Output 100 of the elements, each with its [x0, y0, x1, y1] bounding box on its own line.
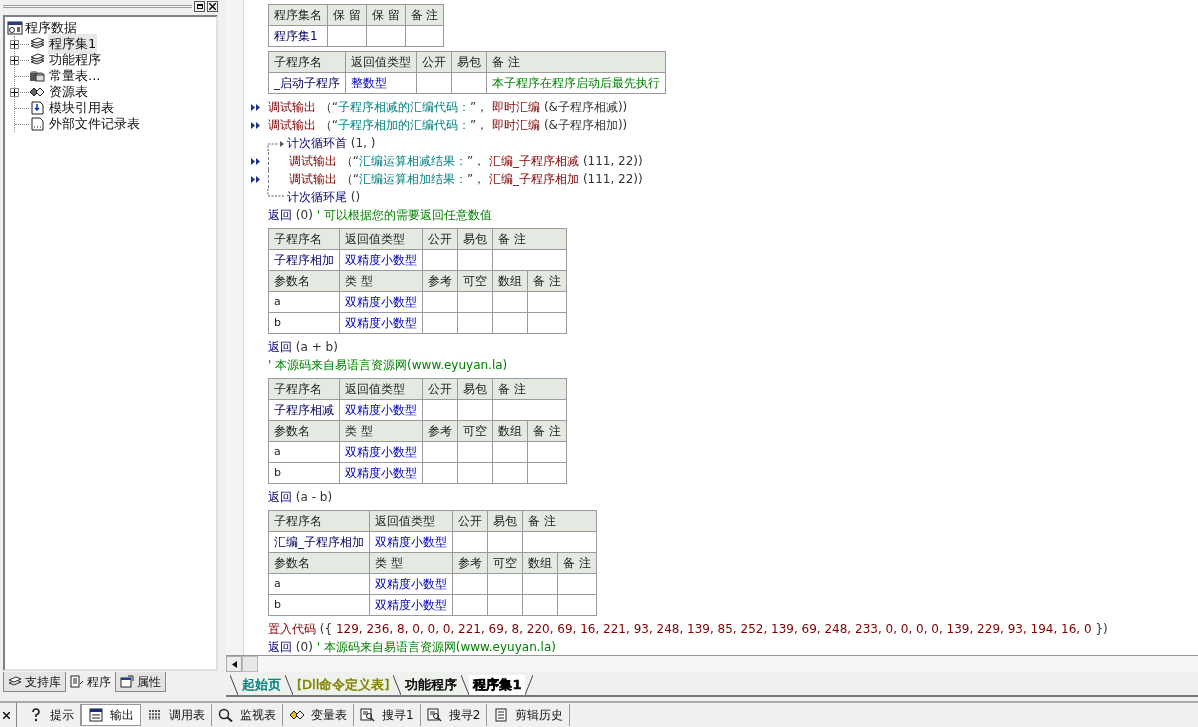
find-icon [426, 708, 443, 722]
code-line: 调试输出 （“汇编运算相加结果：”， 汇编_子程序相加 (111, 22)) [244, 170, 643, 188]
code-line: 返回 (0) ' 可以根据您的需要返回任意数值 [267, 207, 492, 224]
window-icon [88, 708, 104, 722]
column-header: 备 注 [405, 5, 445, 26]
column-header: 子程序名 [269, 52, 346, 73]
column-header: 参考 [423, 421, 458, 442]
close-button[interactable] [207, 1, 218, 12]
search-icon [218, 708, 234, 722]
table-cell: a [269, 292, 340, 313]
table-cell: 子程序相减 [269, 400, 340, 421]
toolbar-tab[interactable]: 剪辑历史 [487, 704, 571, 726]
column-header: 参考 [453, 553, 488, 574]
code-line: 返回 (a - b) [267, 489, 333, 506]
column-header: 可空 [458, 421, 493, 442]
column-header: 数组 [523, 553, 558, 574]
properties-icon [120, 675, 134, 688]
column-header: 参数名 [269, 553, 370, 574]
column-header: 备 注 [493, 229, 567, 250]
column-header: 公开 [453, 511, 488, 532]
column-header: 参数名 [269, 271, 340, 292]
column-header: 参数名 [269, 421, 340, 442]
editor-tab[interactable]: 功能程序 [401, 675, 462, 695]
page-icon [493, 708, 510, 722]
toolbar-tab[interactable]: 调用表 [141, 704, 212, 726]
column-header: 返回值类型 [370, 511, 453, 532]
table-cell: 双精度小数型 [370, 595, 453, 616]
editor-tab[interactable]: [Dll命令定义表] [293, 675, 394, 695]
table-cell: 双精度小数型 [340, 313, 423, 334]
tab-divider [285, 675, 293, 695]
column-header: 返回值类型 [340, 379, 423, 400]
toolbar-tab[interactable]: 搜寻1 [354, 704, 421, 726]
code-line: 调试输出 （“子程序相加的汇编代码：”， 即时汇编 (&子程序相加)) [244, 116, 628, 134]
code-line: 置入代码 ({ 129, 236, 8, 0, 0, 0, 221, 69, 8, 220, 69, 16, 221, 93, 248, 139, 85, 252, 139, 69, 248, 233, 0, 0, 0, 0, 139, 229, 93, 194, 16, 0 }) [267, 621, 1108, 638]
tab-divider [393, 675, 402, 695]
panel-tab[interactable]: 属性 [115, 672, 166, 692]
column-header: 备 注 [528, 421, 567, 442]
stack-icon [8, 675, 22, 688]
column-header: 备 注 [523, 511, 597, 532]
tree-item[interactable]: 程序集1 [48, 34, 98, 54]
tab-divider [230, 675, 238, 695]
table-cell: 程序集1 [269, 26, 328, 47]
table-cell: 双精度小数型 [340, 400, 423, 421]
column-header: 易包 [488, 511, 523, 532]
table-cell: 整数型 [346, 73, 417, 94]
table-cell: 双精度小数型 [340, 250, 423, 271]
panel-tab[interactable]: 支持库 [3, 672, 66, 692]
scroll-left-button[interactable] [226, 656, 242, 672]
horizontal-scrollbar[interactable] [226, 655, 1198, 672]
column-header: 备 注 [493, 379, 567, 400]
column-header: 备 注 [558, 553, 597, 574]
toolbar-tab[interactable]: 变量表 [283, 704, 354, 726]
document-arrow-icon [29, 101, 45, 115]
table-cell: b [269, 313, 340, 334]
column-header: 公开 [423, 379, 458, 400]
column-header: 备 注 [528, 271, 567, 292]
scroll-thumb[interactable] [242, 656, 258, 672]
table-cell: 双精度小数型 [340, 292, 423, 313]
table-cell: 双精度小数型 [340, 442, 423, 463]
toolbar-tab[interactable]: 监视表 [212, 704, 283, 726]
editor-tab[interactable]: 起始页 [238, 675, 285, 695]
table-cell: 汇编_子程序相加 [269, 532, 370, 553]
column-header: 保 留 [328, 5, 367, 26]
table-cell: 本子程序在程序启动后最先执行 [487, 73, 666, 94]
editor-tab[interactable]: 程序集1 [469, 675, 526, 695]
toolbar-tab[interactable]: 搜寻2 [420, 704, 488, 726]
column-header: 类 型 [370, 553, 453, 574]
loop-end-icon [267, 189, 287, 199]
code-line: 调试输出 （“子程序相减的汇编代码：”， 即时汇编 (&子程序相减)) [244, 98, 628, 116]
expand-button[interactable] [10, 39, 19, 49]
column-header: 子程序名 [269, 229, 340, 250]
tab-divider [461, 675, 470, 695]
stack-icon [29, 53, 45, 67]
toolbar-tab[interactable]: 输出 [81, 704, 141, 726]
table-cell: 双精度小数型 [370, 574, 453, 595]
column-header: 备 注 [487, 52, 666, 73]
column-header: 类 型 [340, 271, 423, 292]
code-line: 计次循环尾 () [287, 189, 361, 206]
diamonds-icon [289, 708, 305, 722]
column-header: 返回值类型 [340, 229, 423, 250]
column-header: 保 留 [366, 5, 406, 26]
column-header: 易包 [452, 52, 487, 73]
diamonds-icon [29, 85, 45, 99]
find-icon [360, 708, 376, 722]
table-cell: a [269, 574, 370, 595]
column-header: 公开 [423, 229, 458, 250]
column-header: 公开 [417, 52, 452, 73]
stack-icon [29, 37, 45, 51]
column-header: 参考 [423, 271, 458, 292]
table-cell: 双精度小数型 [340, 463, 423, 484]
tab-divider [525, 675, 534, 695]
expand-button[interactable] [10, 55, 19, 65]
table-cell: 子程序相加 [269, 250, 340, 271]
column-header: 数组 [493, 421, 528, 442]
maximize-button[interactable] [194, 1, 205, 12]
project-icon [7, 21, 23, 35]
left-arrow-icon [231, 660, 237, 668]
table-cell: b [269, 463, 340, 484]
expand-button[interactable] [10, 87, 19, 97]
column-header: 易包 [458, 379, 493, 400]
